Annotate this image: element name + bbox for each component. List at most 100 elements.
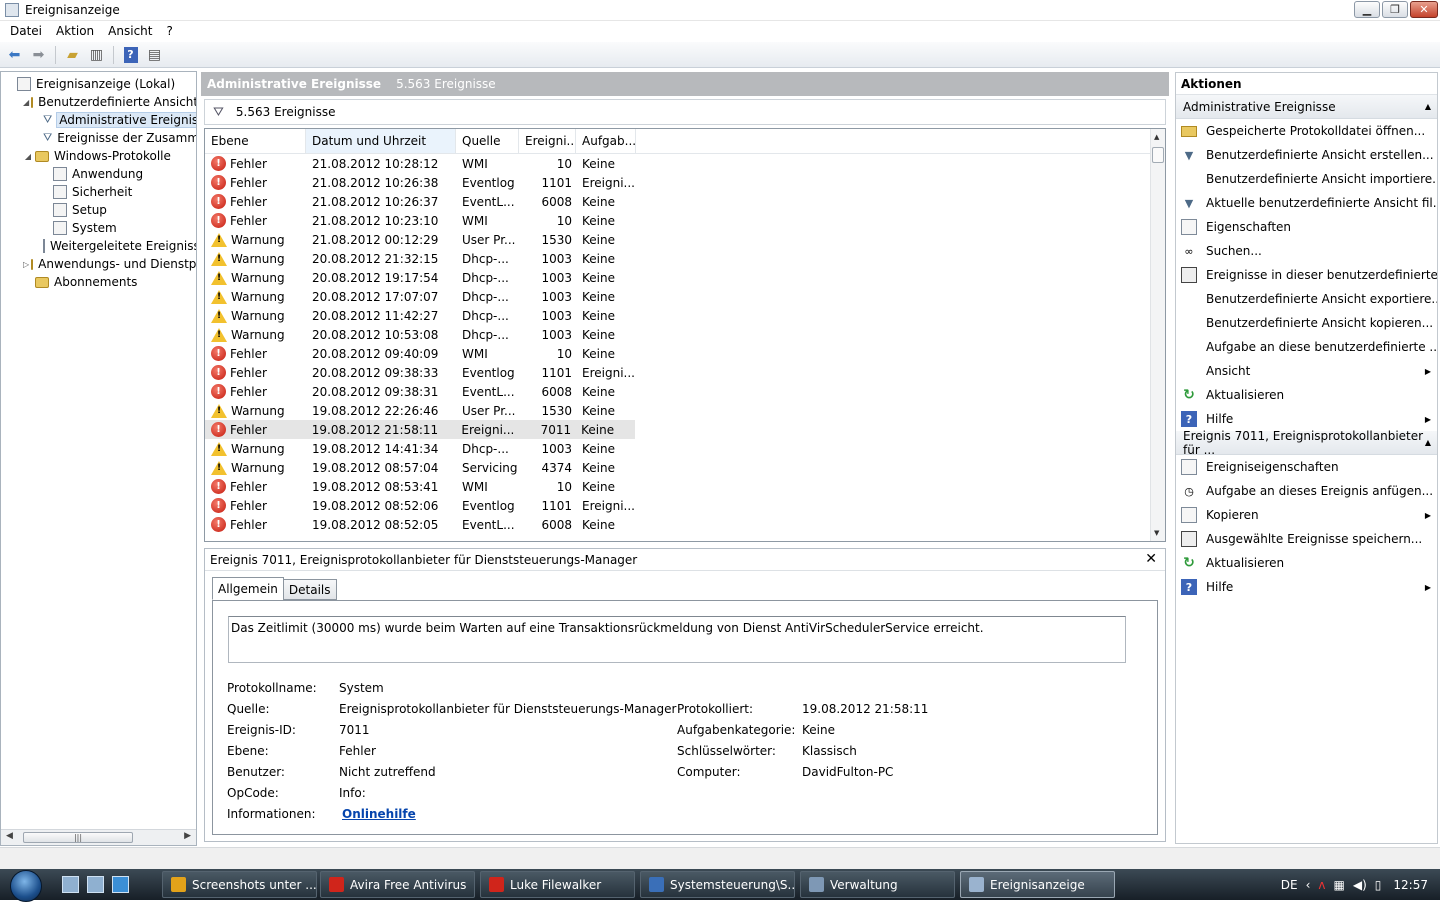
action-item[interactable]: ↻ Aktualisieren bbox=[1176, 551, 1437, 575]
actions-section-event[interactable]: Ereignis 7011, Ereignisprotokollanbieter… bbox=[1176, 429, 1437, 457]
action-item[interactable]: Ereignisse in dieser benutzerdefinierte.… bbox=[1176, 263, 1437, 287]
column-header-aufgabe[interactable]: Aufgab... bbox=[576, 129, 636, 153]
table-row[interactable]: Warnung 20.08.2012 11:42:27 Dhcp-... 1003 Ke… bbox=[205, 306, 1165, 325]
value-protokolliert[interactable]: 19.08.2012 21:58:11 bbox=[802, 702, 928, 716]
close-icon[interactable]: ✕ bbox=[1145, 551, 1157, 567]
action-item[interactable]: ▼ Aktuelle benutzerdefinierte Ansicht fil… bbox=[1176, 191, 1437, 215]
vertical-scrollbar[interactable]: ▲ ▼ bbox=[1150, 129, 1165, 541]
network-icon[interactable]: ▦ bbox=[1334, 878, 1345, 892]
taskbar-button[interactable]: Screenshots unter ... bbox=[162, 871, 317, 898]
table-row[interactable]: Warnung 20.08.2012 21:32:15 Dhcp-... 1003 Ke… bbox=[205, 249, 1165, 268]
value-quelle[interactable]: Ereignisprotokollanbieter für Dienststeu… bbox=[339, 702, 676, 716]
tree-item[interactable]: Weitergeleitete Ereignisse bbox=[1, 237, 196, 255]
action-item[interactable]: ∞ Suchen... bbox=[1176, 239, 1437, 263]
scroll-down-icon[interactable]: ▼ bbox=[1154, 529, 1159, 537]
clock[interactable]: 12:57 bbox=[1393, 878, 1428, 892]
tree-item[interactable]: Abonnements bbox=[1, 273, 196, 291]
tree-item[interactable]: System bbox=[1, 219, 196, 237]
taskbar-button[interactable]: Luke Filewalker bbox=[480, 871, 635, 898]
value-opcode[interactable]: Info: bbox=[339, 786, 366, 800]
taskbar-button[interactable]: Systemsteuerung\S... bbox=[640, 871, 795, 898]
action-item[interactable]: ? Hilfe ▶ bbox=[1176, 407, 1437, 431]
show-hide-action-pane-icon[interactable]: ▤ bbox=[144, 45, 165, 65]
tab-allgemein[interactable]: Allgemein bbox=[212, 577, 284, 600]
power-icon[interactable]: ▯ bbox=[1375, 878, 1382, 892]
taskbar-button[interactable]: Verwaltung bbox=[800, 871, 955, 898]
event-message[interactable]: Das Zeitlimit (30000 ms) wurde beim Wart… bbox=[228, 616, 1126, 663]
actions-section-view[interactable]: Administrative Ereignisse ▲ bbox=[1176, 95, 1437, 119]
collapse-icon[interactable]: ▲ bbox=[1425, 438, 1431, 447]
tree-item[interactable]: Sicherheit bbox=[1, 183, 196, 201]
horizontal-scrollbar[interactable]: ◀ ||| ▶ bbox=[1, 829, 196, 845]
table-row[interactable]: Warnung 20.08.2012 17:07:07 Dhcp-... 1003 Ke… bbox=[205, 287, 1165, 306]
help-icon[interactable]: ? bbox=[120, 45, 141, 65]
value-ebene[interactable]: Fehler bbox=[339, 744, 376, 758]
tree-item[interactable]: ⛛ Ereignisse der Zusammenfassung bbox=[1, 129, 196, 147]
table-row[interactable]: ! Fehler 21.08.2012 10:23:10 WMI 10 Keine bbox=[205, 211, 1165, 230]
action-item[interactable]: Benutzerdefinierte Ansicht importiere... bbox=[1176, 167, 1437, 191]
value-ereignis-id[interactable]: 7011 bbox=[339, 723, 370, 737]
scroll-left-icon[interactable]: ◀ bbox=[6, 831, 13, 841]
tray-expand-icon[interactable]: ‹ bbox=[1306, 878, 1311, 892]
expand-toggle-icon[interactable]: ◢ bbox=[23, 98, 29, 107]
avira-tray-icon[interactable]: ᴧ bbox=[1318, 878, 1325, 892]
up-folder-icon[interactable]: ▰ bbox=[62, 45, 83, 65]
menu-help[interactable]: ? bbox=[159, 24, 179, 38]
table-row[interactable]: ! Fehler 21.08.2012 10:26:37 EventL... 6008 K… bbox=[205, 192, 1165, 211]
forward-arrow-icon[interactable]: ➡ bbox=[28, 45, 49, 65]
table-row[interactable]: Warnung 21.08.2012 00:12:29 User Pr... 1530… bbox=[205, 230, 1165, 249]
tree-item[interactable]: ◢ Windows-Protokolle bbox=[1, 147, 196, 165]
action-item[interactable]: Benutzerdefinierte Ansicht exportiere... bbox=[1176, 287, 1437, 311]
tree-item[interactable]: Setup bbox=[1, 201, 196, 219]
table-row[interactable]: Warnung 19.08.2012 22:26:46 User Pr... 1530… bbox=[205, 401, 1165, 420]
action-item[interactable]: Benutzerdefinierte Ansicht kopieren... bbox=[1176, 311, 1437, 335]
tree-item[interactable]: ▷ Anwendungs- und Dienstprotokolle bbox=[1, 255, 196, 273]
tree-item[interactable]: Ereignisanzeige (Lokal) bbox=[1, 75, 196, 93]
close-button[interactable]: ✕ bbox=[1410, 1, 1438, 18]
back-arrow-icon[interactable]: ⬅ bbox=[4, 45, 25, 65]
expand-toggle-icon[interactable]: ◢ bbox=[23, 152, 33, 161]
table-row[interactable]: ! Fehler 20.08.2012 09:40:09 WMI 10 Keine bbox=[205, 344, 1165, 363]
table-row[interactable]: ! Fehler 20.08.2012 09:38:31 EventL... 6008 K… bbox=[205, 382, 1165, 401]
taskbar-button[interactable]: Avira Free Antivirus bbox=[320, 871, 475, 898]
expand-toggle-icon[interactable]: ▷ bbox=[23, 260, 29, 269]
volume-icon[interactable]: ◀) bbox=[1353, 878, 1367, 892]
column-header-quelle[interactable]: Quelle bbox=[456, 129, 519, 153]
table-row[interactable]: Warnung 19.08.2012 14:41:34 Dhcp-... 1003 Ke… bbox=[205, 439, 1165, 458]
action-item[interactable]: ◷ Aufgabe an dieses Ereignis anfügen... bbox=[1176, 479, 1437, 503]
value-protokollname[interactable]: System bbox=[339, 681, 384, 695]
action-item[interactable]: Gespeicherte Protokolldatei öffnen... bbox=[1176, 119, 1437, 143]
tree-item[interactable]: Anwendung bbox=[1, 165, 196, 183]
action-item[interactable]: ? Hilfe ▶ bbox=[1176, 575, 1437, 599]
column-header-ebene[interactable]: Ebene bbox=[205, 129, 306, 153]
menu-aktion[interactable]: Aktion bbox=[49, 24, 101, 38]
value-computer[interactable]: DavidFulton-PC bbox=[802, 765, 893, 779]
switch-windows-icon[interactable] bbox=[87, 876, 104, 893]
table-row[interactable]: ! Fehler 19.08.2012 21:58:11 Ereigni... 7011… bbox=[205, 420, 635, 439]
action-item[interactable]: Ereigniseigenschaften bbox=[1176, 455, 1437, 479]
table-row[interactable]: ! Fehler 21.08.2012 10:28:12 WMI 10 Keine bbox=[205, 154, 1165, 173]
menu-datei[interactable]: Datei bbox=[3, 24, 49, 38]
show-hide-tree-icon[interactable]: ▥ bbox=[86, 45, 107, 65]
table-row[interactable]: ! Fehler 19.08.2012 08:52:06 Eventlog 1101 Er… bbox=[205, 496, 1165, 515]
show-desktop-icon[interactable] bbox=[62, 876, 79, 893]
scroll-up-icon[interactable]: ▲ bbox=[1154, 133, 1159, 141]
scrollbar-thumb[interactable]: ||| bbox=[23, 832, 133, 843]
table-row[interactable]: Warnung 20.08.2012 10:53:08 Dhcp-... 1003 Ke… bbox=[205, 325, 1165, 344]
value-schluesselwoerter[interactable]: Klassisch bbox=[802, 744, 857, 758]
table-row[interactable]: ! Fehler 20.08.2012 09:38:33 Eventlog 1101 Er… bbox=[205, 363, 1165, 382]
action-item[interactable]: ↻ Aktualisieren bbox=[1176, 383, 1437, 407]
collapse-icon[interactable]: ▲ bbox=[1425, 102, 1431, 111]
action-item[interactable]: Ausgewählte Ereignisse speichern... bbox=[1176, 527, 1437, 551]
menu-ansicht[interactable]: Ansicht bbox=[101, 24, 159, 38]
start-button[interactable] bbox=[0, 869, 42, 902]
value-benutzer[interactable]: Nicht zutreffend bbox=[339, 765, 436, 779]
table-row[interactable]: Warnung 20.08.2012 19:17:54 Dhcp-... 1003 Ke… bbox=[205, 268, 1165, 287]
action-item[interactable]: ▼ Benutzerdefinierte Ansicht erstellen... bbox=[1176, 143, 1437, 167]
maximize-button[interactable]: ❐ bbox=[1382, 1, 1408, 18]
table-row[interactable]: ! Fehler 19.08.2012 08:52:05 EventL... 6008 K… bbox=[205, 515, 1165, 534]
action-item[interactable]: Aufgabe an diese benutzerdefinierte ... bbox=[1176, 335, 1437, 359]
table-row[interactable]: ! Fehler 19.08.2012 08:53:41 WMI 10 Keine bbox=[205, 477, 1165, 496]
language-indicator[interactable]: DE bbox=[1281, 878, 1298, 892]
taskbar-button[interactable]: Ereignisanzeige bbox=[960, 871, 1115, 898]
